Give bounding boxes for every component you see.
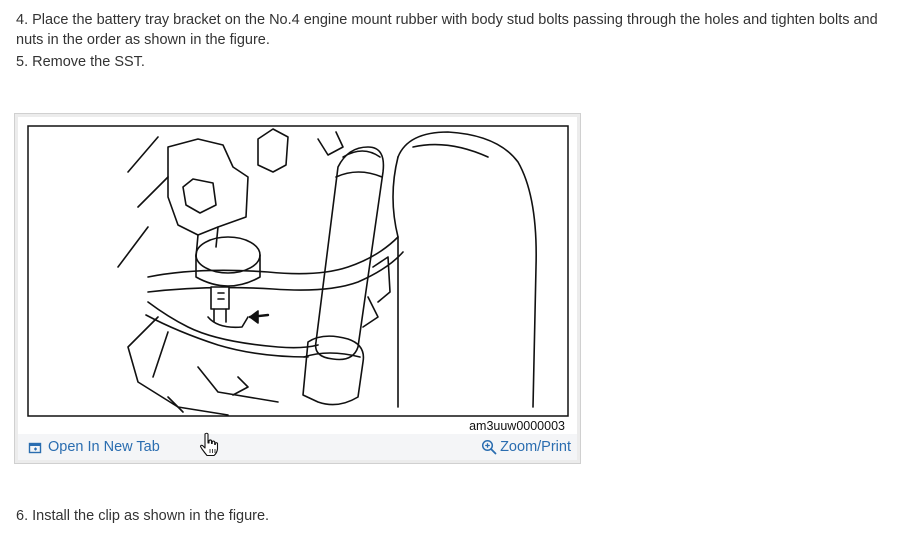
open-new-tab-icon [28,440,43,455]
hand-cursor-icon [198,432,220,458]
open-in-new-tab-label: Open In New Tab [48,439,160,455]
step-6-text: 6. Install the clip as shown in the figu… [16,508,270,524]
figure-code-label: am3uuw0000003 [469,419,565,433]
figure-container: am3uuw0000003 Open In New Tab Zoom/Print [14,113,581,464]
open-in-new-tab-link[interactable]: Open In New Tab [28,439,160,455]
step-5-text: 5. Remove the SST. [16,54,145,70]
zoom-in-icon [481,439,497,455]
figure-illustration[interactable]: am3uuw0000003 [18,117,577,434]
step-4-text: 4. Place the battery tray bracket on the… [16,12,878,48]
engine-mount-clip-diagram [27,125,569,417]
zoom-print-label: Zoom/Print [500,439,571,455]
zoom-print-link[interactable]: Zoom/Print [481,439,571,455]
figure-toolbar: Open In New Tab Zoom/Print [18,434,577,460]
